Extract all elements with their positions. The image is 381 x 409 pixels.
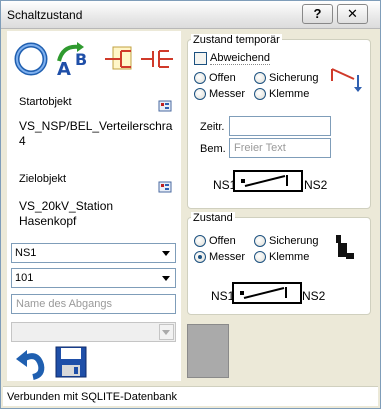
number-select[interactable]: 101 bbox=[11, 268, 176, 288]
state-title: Zustand bbox=[191, 212, 235, 224]
abweichend-label: Abweichend bbox=[210, 52, 270, 65]
disabled-select[interactable] bbox=[11, 322, 176, 342]
temp-radio-messer[interactable] bbox=[194, 88, 206, 100]
temp-radio-klemme[interactable] bbox=[254, 88, 266, 100]
ns-select-value: NS1 bbox=[15, 247, 37, 259]
state-left-terminal: NS1 bbox=[211, 289, 235, 303]
help-button[interactable]: ? bbox=[302, 4, 333, 24]
temp-radio-offen[interactable] bbox=[194, 72, 206, 84]
temp-state-indicator-icon bbox=[328, 63, 368, 93]
temp-radio-messer-label: Messer bbox=[209, 88, 246, 100]
state-radio-offen-label: Offen bbox=[209, 235, 236, 247]
chevron-down-icon bbox=[162, 251, 170, 256]
bem-label: Bem. bbox=[200, 143, 226, 155]
zeitr-input[interactable] bbox=[229, 116, 331, 136]
bem-input[interactable]: Freier Text bbox=[229, 138, 331, 158]
state-right-terminal: NS2 bbox=[302, 289, 326, 303]
temp-radio-sicherung-label: Sicherung bbox=[269, 72, 319, 84]
save-button[interactable] bbox=[53, 344, 89, 380]
state-radio-messer[interactable] bbox=[194, 251, 206, 263]
svg-text:A: A bbox=[57, 59, 71, 79]
zeitr-label: Zeitr. bbox=[200, 121, 225, 133]
undo-button[interactable] bbox=[13, 345, 49, 381]
start-object-value-line1: VS_NSP/BEL_Verteilerschra bbox=[19, 119, 173, 133]
ab-swap-icon[interactable]: A B bbox=[53, 39, 89, 80]
state-radio-klemme-label: Klemme bbox=[269, 251, 310, 263]
start-object-value-line2: 4 bbox=[19, 134, 26, 148]
number-select-value: 101 bbox=[15, 272, 34, 284]
close-icon: ✕ bbox=[347, 6, 358, 21]
state-radio-sicherung-label: Sicherung bbox=[269, 235, 319, 247]
abweichend-checkbox[interactable] bbox=[194, 52, 207, 65]
chevron-down-icon bbox=[162, 276, 170, 281]
svg-text:B: B bbox=[75, 50, 87, 69]
status-bar: Verbunden mit SQLITE-Datenbank bbox=[3, 386, 378, 406]
blade-switch-icon bbox=[334, 233, 356, 261]
state-radio-sicherung[interactable] bbox=[254, 235, 266, 247]
state-radio-klemme[interactable] bbox=[254, 251, 266, 263]
help-icon: ? bbox=[313, 6, 322, 21]
save-icon bbox=[55, 346, 87, 378]
window-title: Schaltzustand bbox=[7, 8, 83, 22]
undo-icon bbox=[16, 350, 45, 380]
switch-icon bbox=[240, 287, 287, 299]
temp-right-terminal: NS2 bbox=[304, 178, 328, 192]
temp-state-title: Zustand temporär bbox=[191, 34, 282, 46]
target-object-value-line2: Hasenkopf bbox=[19, 214, 77, 228]
title-bar: Schaltzustand ? ✕ bbox=[1, 1, 380, 29]
bem-placeholder: Freier Text bbox=[234, 142, 286, 154]
abgang-name-placeholder: Name des Abgangs bbox=[16, 298, 113, 310]
start-object-label: Startobjekt bbox=[19, 96, 72, 108]
disabled-preview-box bbox=[187, 324, 229, 378]
ns-select[interactable]: NS1 bbox=[11, 243, 176, 263]
temp-radio-sicherung[interactable] bbox=[254, 72, 266, 84]
switch-icon bbox=[241, 175, 288, 187]
target-object-label: Zielobjekt bbox=[19, 173, 67, 185]
state-radio-messer-label: Messer bbox=[209, 251, 246, 263]
refresh-circle-icon[interactable] bbox=[13, 41, 49, 77]
branch-icon[interactable] bbox=[101, 41, 137, 77]
state-radio-offen[interactable] bbox=[194, 235, 206, 247]
temp-radio-klemme-label: Klemme bbox=[269, 88, 310, 100]
start-pick-icon[interactable] bbox=[158, 99, 172, 113]
target-pick-icon[interactable] bbox=[158, 180, 172, 194]
close-button[interactable]: ✕ bbox=[337, 4, 368, 24]
schaltzustand-window: Schaltzustand ? ✕ A B Startobjekt VS_NSP… bbox=[0, 0, 381, 409]
disconnect-icon[interactable] bbox=[139, 41, 175, 77]
chevron-down-icon bbox=[162, 330, 170, 335]
temp-switch-symbol bbox=[233, 170, 303, 192]
state-switch-symbol bbox=[232, 282, 302, 304]
status-text: Verbunden mit SQLITE-Datenbank bbox=[7, 391, 177, 403]
abgang-name-input[interactable]: Name des Abgangs bbox=[11, 294, 176, 314]
target-object-value-line1: VS_20kV_Station bbox=[19, 199, 114, 213]
temp-radio-offen-label: Offen bbox=[209, 72, 236, 84]
